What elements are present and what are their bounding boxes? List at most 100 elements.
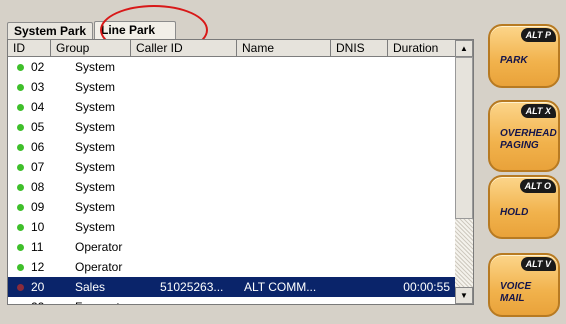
voice-mail-button-label: VOICE MAIL: [500, 281, 532, 304]
table-row[interactable]: 07 System: [8, 157, 456, 177]
table-row[interactable]: 22 Fremont: [8, 297, 456, 305]
cell-caller-id: [160, 97, 232, 117]
cell-id: 06: [31, 140, 45, 154]
cell-group: Operator: [75, 260, 123, 274]
park-hotkey-badge: ALT P: [520, 28, 556, 42]
cell-group: System: [75, 60, 116, 74]
status-dot-icon: [17, 184, 24, 191]
table-row[interactable]: 02 System: [8, 57, 456, 77]
cell-caller-id: [160, 77, 232, 97]
cell-id: 10: [31, 220, 45, 234]
table-row[interactable]: 08 System: [8, 177, 456, 197]
table-row[interactable]: 10 System: [8, 217, 456, 237]
cell-id: 05: [31, 120, 45, 134]
cell-group: System: [75, 120, 116, 134]
scrollbar-thumb[interactable]: [455, 57, 473, 219]
cell-caller-id: [160, 297, 232, 304]
cell-duration: [388, 117, 450, 137]
cell-name: [244, 57, 328, 77]
cell-id: 08: [31, 180, 45, 194]
overhead-paging-button[interactable]: ALT X OVERHEAD PAGING: [488, 100, 560, 172]
table-row[interactable]: 04 System: [8, 97, 456, 117]
hold-button[interactable]: ALT O HOLD: [488, 175, 560, 239]
cell-group: Fremont: [75, 297, 149, 304]
column-header-duration[interactable]: Duration: [388, 40, 456, 57]
grid-header: ID Group Caller ID Name DNIS Duration: [8, 40, 456, 57]
table-row[interactable]: 11 Operator: [8, 237, 456, 257]
column-header-name[interactable]: Name: [237, 40, 331, 57]
hold-button-label: HOLD: [500, 207, 529, 218]
cell-name: [244, 77, 328, 97]
scroll-up-button[interactable]: ▲: [455, 40, 473, 57]
status-dot-icon: [17, 104, 24, 111]
cell-id: 22: [31, 297, 61, 304]
cell-name: [244, 97, 328, 117]
cell-duration: [388, 217, 450, 237]
cell-name: ALT COMM...: [244, 280, 317, 294]
cell-group: System: [75, 200, 116, 214]
cell-name: [244, 177, 328, 197]
table-row[interactable]: 06 System: [8, 137, 456, 157]
status-dot-icon: [17, 64, 24, 71]
cell-duration: [388, 177, 450, 197]
overhead-paging-button-label: OVERHEAD PAGING: [500, 128, 557, 151]
table-row[interactable]: 09 System: [8, 197, 456, 217]
status-dot-icon: [17, 304, 24, 305]
hold-hotkey-badge: ALT O: [519, 179, 556, 193]
cell-group: System: [75, 100, 116, 114]
cell-duration: [388, 237, 450, 257]
cell-group: System: [75, 80, 116, 94]
column-header-group[interactable]: Group: [51, 40, 131, 57]
status-dot-icon: [17, 224, 24, 231]
scrollbar-track[interactable]: [455, 219, 473, 287]
table-row[interactable]: 20 Sales 51025263... ALT COMM... 00:00:55: [8, 277, 456, 297]
table-row[interactable]: 05 System: [8, 117, 456, 137]
cell-id: 04: [31, 100, 45, 114]
cell-group: System: [75, 160, 116, 174]
cell-name: [244, 137, 328, 157]
voice-mail-hotkey-badge: ALT V: [520, 257, 556, 271]
cell-id: 03: [31, 80, 45, 94]
tab-system-park[interactable]: System Park: [7, 22, 93, 39]
table-row[interactable]: 03 System: [8, 77, 456, 97]
vertical-scrollbar[interactable]: ▲ ▼: [455, 40, 473, 304]
cell-group: Sales: [75, 280, 106, 294]
cell-duration: [388, 77, 450, 97]
voice-mail-button[interactable]: ALT V VOICE MAIL: [488, 253, 560, 317]
cell-duration: [388, 157, 450, 177]
column-header-dnis[interactable]: DNIS: [331, 40, 388, 57]
cell-name: [244, 297, 328, 304]
cell-name: [244, 217, 328, 237]
table-row[interactable]: 12 Operator: [8, 257, 456, 277]
cell-caller-id: [160, 137, 232, 157]
cell-group: Operator: [75, 240, 123, 254]
overhead-paging-hotkey-badge: ALT X: [520, 104, 556, 118]
cell-caller-id: [160, 117, 232, 137]
column-header-id[interactable]: ID: [8, 40, 51, 57]
cell-id: 12: [31, 260, 45, 274]
cell-id: 02: [31, 60, 45, 74]
cell-duration: 00:00:55: [403, 280, 450, 294]
cell-id: 20: [31, 280, 45, 294]
cell-caller-id: [160, 197, 232, 217]
status-dot-icon: [17, 164, 24, 171]
cell-duration: [388, 197, 450, 217]
cell-id: 09: [31, 200, 45, 214]
cell-name: [244, 257, 328, 277]
park-button[interactable]: ALT P PARK: [488, 24, 560, 88]
scroll-down-icon: ▼: [460, 291, 468, 300]
cell-caller-id: [160, 57, 232, 77]
status-dot-icon: [17, 84, 24, 91]
cell-name: [244, 117, 328, 137]
cell-group: System: [75, 180, 116, 194]
status-dot-icon: [17, 124, 24, 131]
column-header-caller-id[interactable]: Caller ID: [131, 40, 237, 57]
cell-group: System: [75, 140, 116, 154]
cell-caller-id: [160, 237, 232, 257]
status-dot-icon: [17, 144, 24, 151]
cell-name: [244, 237, 328, 257]
scroll-down-button[interactable]: ▼: [455, 287, 473, 304]
cell-caller-id: [160, 157, 232, 177]
cell-duration: [388, 297, 450, 304]
scroll-up-icon: ▲: [460, 44, 468, 53]
